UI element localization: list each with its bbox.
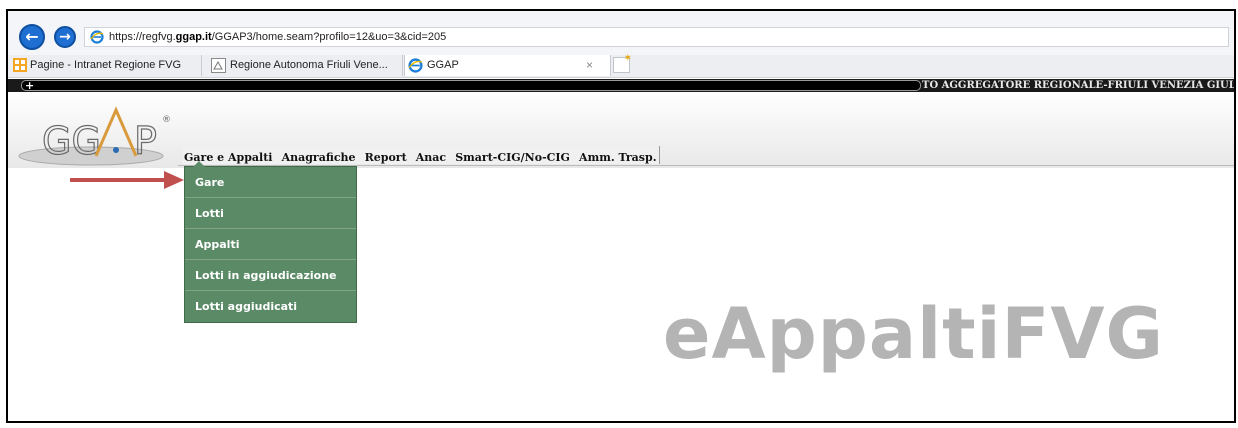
ggap-logo: GG P ® bbox=[18, 106, 171, 166]
dropdown-caret bbox=[193, 161, 205, 167]
app-header: GG P ® Gare e Appalti Anagrafiche Report… bbox=[8, 92, 1234, 168]
url-path: /GGAP3/home.seam?profilo=12&uo=3&cid=205 bbox=[211, 31, 447, 43]
dropdown-item-lotti[interactable]: Lotti bbox=[185, 198, 356, 229]
close-icon[interactable]: × bbox=[586, 55, 593, 76]
registered-mark: ® bbox=[162, 115, 171, 125]
back-button[interactable]: ← bbox=[19, 24, 45, 50]
url-input[interactable]: https://regfvg.ggap.it/GGAP3/home.seam?p… bbox=[84, 27, 1229, 47]
main-menu: Gare e Appalti Anagrafiche Report Anac S… bbox=[182, 146, 660, 164]
dropdown-item-lotti-aggiudicati[interactable]: Lotti aggiudicati bbox=[185, 291, 356, 322]
logo-text: GG bbox=[42, 119, 101, 163]
header-title: TO AGGREGATORE REGIONALE-FRIULI VENEZIA … bbox=[922, 80, 1236, 91]
url-domain: ggap.it bbox=[175, 31, 212, 43]
dropdown-item-lotti-in-aggiudicazione[interactable]: Lotti in aggiudicazione bbox=[185, 260, 356, 291]
url-text: https://regfvg.ggap.it/GGAP3/home.seam?p… bbox=[109, 31, 446, 43]
tab-intranet[interactable]: Pagine - Intranet Regione FVG bbox=[10, 55, 202, 76]
tab-label: Regione Autonoma Friuli Vene... bbox=[230, 59, 388, 71]
logo-text-p: P bbox=[134, 119, 157, 163]
intranet-icon bbox=[13, 58, 27, 72]
ie-icon bbox=[90, 30, 104, 44]
new-tab-icon: ✶ bbox=[623, 53, 632, 64]
forward-button[interactable]: → bbox=[54, 26, 76, 48]
tab-regione[interactable]: Regione Autonoma Friuli Vene... bbox=[208, 55, 403, 76]
browser-window: ← → https://regfvg.ggap.it/GGAP3/home.se… bbox=[6, 9, 1236, 423]
tab-label: Pagine - Intranet Regione FVG bbox=[30, 59, 182, 71]
annotation-arrow-icon bbox=[70, 171, 184, 189]
ie-icon bbox=[408, 58, 423, 73]
back-arrow-icon: ← bbox=[25, 27, 39, 46]
address-bar-area: ← → https://regfvg.ggap.it/GGAP3/home.se… bbox=[8, 11, 1234, 55]
tab-label: GGAP bbox=[427, 59, 459, 71]
regione-icon bbox=[211, 58, 226, 73]
tab-strip: Pagine - Intranet Regione FVG Regione Au… bbox=[8, 53, 1234, 78]
brand-watermark: eAppaltiFVG bbox=[663, 293, 1164, 375]
gare-dropdown-menu: Gare Lotti Appalti Lotti in aggiudicazio… bbox=[184, 161, 357, 323]
app-top-bar: + TO AGGREGATORE REGIONALE-FRIULI VENEZI… bbox=[8, 79, 1234, 92]
dropdown-item-appalti[interactable]: Appalti bbox=[185, 229, 356, 260]
url-prefix: https://regfvg. bbox=[109, 31, 176, 43]
tab-ggap[interactable]: GGAP × bbox=[404, 55, 611, 76]
dropdown-item-gare[interactable]: Gare bbox=[185, 167, 356, 198]
forward-arrow-icon: → bbox=[59, 29, 71, 45]
new-tab-button[interactable]: ✶ bbox=[613, 53, 632, 73]
